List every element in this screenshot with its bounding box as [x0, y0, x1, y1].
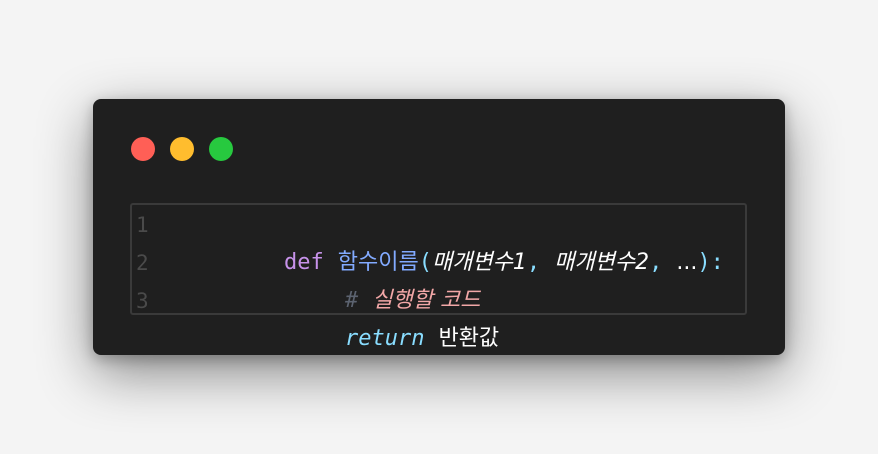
minimize-dot-icon[interactable]: [170, 137, 194, 161]
keyword-return: return: [344, 326, 425, 351]
code-block: 1 def 함수이름(매개변수1, 매개변수2,...): 2 # 실행할 코드 3 …: [130, 203, 747, 351]
code-line-1: 1 def 함수이름(매개변수1, 매개변수2,...):: [132, 206, 745, 275]
line-number: 1: [136, 213, 149, 237]
close-dot-icon[interactable]: [131, 137, 155, 161]
line-number: 3: [136, 289, 149, 313]
line-number: 2: [136, 251, 149, 275]
maximize-dot-icon[interactable]: [209, 137, 233, 161]
code-window: 1 def 함수이름(매개변수1, 매개변수2,...): 2 # 실행할 코드 3 …: [93, 99, 785, 355]
code-line-3: 3 return 반환값: [132, 282, 745, 351]
traffic-lights: [131, 137, 233, 161]
return-value: 반환값: [438, 326, 500, 351]
code-line-2: 2 # 실행할 코드: [132, 244, 745, 313]
